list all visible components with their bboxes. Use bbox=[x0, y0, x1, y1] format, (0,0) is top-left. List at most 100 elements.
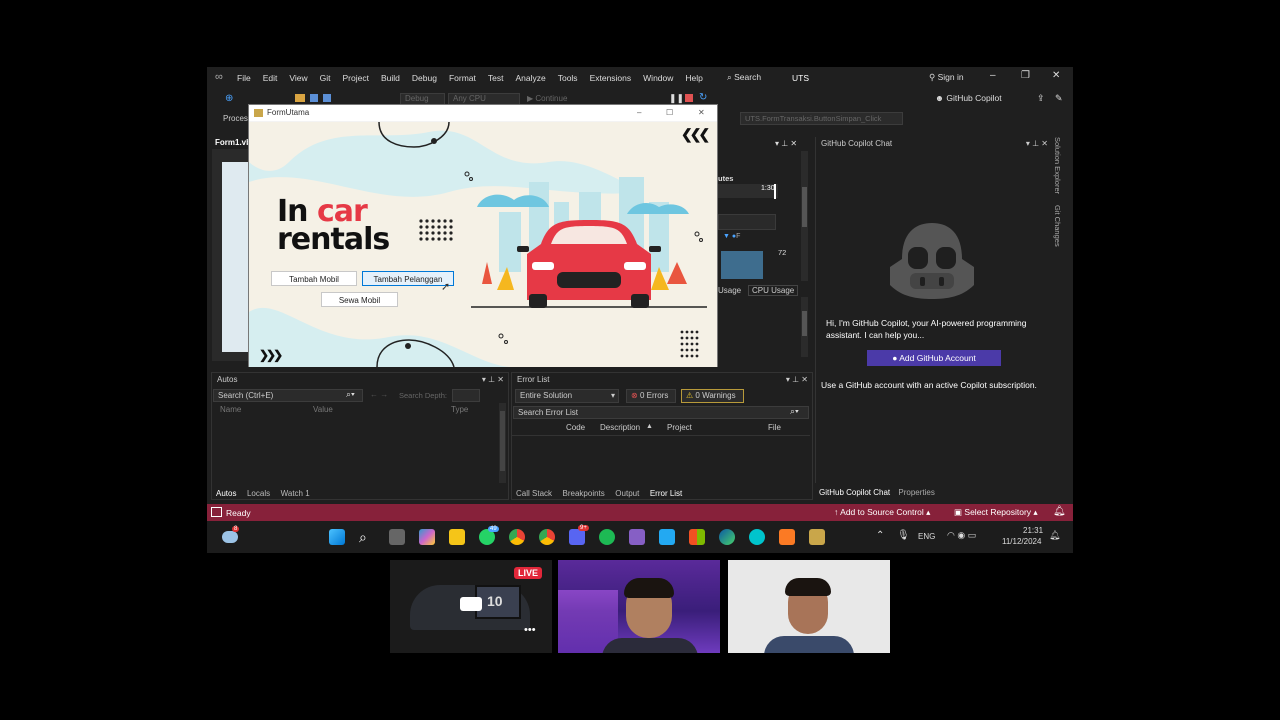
chrome-profile-icon[interactable] bbox=[539, 529, 555, 545]
autos-search-input[interactable]: Search (Ctrl+E) bbox=[213, 389, 363, 402]
chrome-icon[interactable] bbox=[509, 529, 525, 545]
error-panel-controls-icon[interactable]: ▾ ⊥ ✕ bbox=[786, 373, 808, 387]
edge-icon[interactable] bbox=[719, 529, 735, 545]
document-tab-form1[interactable]: Form1.vb bbox=[207, 138, 251, 147]
minimize-icon[interactable]: – bbox=[990, 70, 996, 81]
add-github-account-button[interactable]: ● Add GitHub Account bbox=[867, 350, 1001, 366]
network-icon[interactable]: ◠ ◉ ▭ bbox=[947, 530, 976, 541]
tab-breakpoints[interactable]: Breakpoints bbox=[563, 489, 605, 498]
continue-button[interactable]: ▶ Continue bbox=[527, 94, 567, 103]
menu-extensions[interactable]: Extensions bbox=[584, 73, 638, 83]
error-scope-dropdown[interactable]: Entire Solution ▾ bbox=[515, 389, 619, 403]
menu-file[interactable]: File bbox=[231, 73, 257, 83]
canva-icon[interactable] bbox=[749, 529, 765, 545]
column-value[interactable]: Value bbox=[313, 405, 333, 414]
column-description[interactable]: Description bbox=[600, 423, 640, 432]
menu-git[interactable]: Git bbox=[314, 73, 337, 83]
autos-scrollbar[interactable] bbox=[499, 403, 506, 483]
copilot-taskbar-icon[interactable] bbox=[419, 529, 435, 545]
copilot-button[interactable]: ☻ GitHub Copilot bbox=[935, 93, 1002, 103]
pause-icon[interactable]: ❚❚ bbox=[669, 93, 684, 104]
tab-call-stack[interactable]: Call Stack bbox=[516, 489, 552, 498]
side-tab-git-changes[interactable]: Git Changes bbox=[1053, 205, 1062, 247]
side-tab-solution-explorer[interactable]: Solution Explorer bbox=[1053, 137, 1062, 194]
panel-controls-icon[interactable]: ▾ ⊥ ✕ bbox=[1026, 137, 1048, 151]
discord-icon[interactable] bbox=[569, 529, 585, 545]
notification-center-icon[interactable]: 🔔︎ bbox=[1049, 530, 1060, 541]
save-icon[interactable] bbox=[310, 94, 318, 102]
more-options-icon[interactable]: ••• bbox=[524, 624, 536, 636]
microphone-icon[interactable]: 🎙︎ bbox=[897, 530, 910, 541]
menu-build[interactable]: Build bbox=[375, 73, 406, 83]
menu-edit[interactable]: Edit bbox=[257, 73, 284, 83]
new-item-icon[interactable]: ⊕ bbox=[225, 93, 233, 104]
menu-format[interactable]: Format bbox=[443, 73, 482, 83]
diag-scrollbar[interactable] bbox=[801, 151, 808, 281]
warnings-filter-button[interactable]: ⚠ 0 Warnings bbox=[681, 389, 744, 403]
errors-filter-button[interactable]: ⊗ 0 Errors bbox=[626, 389, 676, 403]
autos-search-icon[interactable]: ⌕▾ bbox=[346, 389, 355, 400]
winforms-app-icon[interactable] bbox=[809, 529, 825, 545]
start-icon[interactable] bbox=[329, 529, 345, 545]
column-name[interactable]: Name bbox=[220, 405, 241, 414]
menu-debug[interactable]: Debug bbox=[406, 73, 443, 83]
tab-locals[interactable]: Locals bbox=[247, 489, 270, 498]
diag-scrollbar-lower[interactable] bbox=[801, 297, 808, 357]
file-explorer-icon[interactable] bbox=[449, 529, 465, 545]
error-search-icon[interactable]: ⌕▾ bbox=[790, 406, 799, 417]
open-folder-icon[interactable] bbox=[295, 94, 305, 102]
tray-overflow-icon[interactable]: ⌃ bbox=[876, 530, 884, 541]
tab-cpu-usage[interactable]: CPU Usage bbox=[748, 285, 799, 296]
tab-memory-usage[interactable]: Usage bbox=[718, 286, 741, 295]
visual-studio-icon[interactable] bbox=[629, 529, 645, 545]
stack-frame-dropdown[interactable]: UTS.FormTransaksi.ButtonSimpan_Click bbox=[740, 112, 903, 125]
close-icon[interactable]: ✕ bbox=[1052, 70, 1060, 81]
sign-in-button[interactable]: ⚲ Sign in bbox=[929, 72, 964, 83]
menu-help[interactable]: Help bbox=[679, 73, 708, 83]
tab-properties[interactable]: Properties bbox=[898, 488, 934, 497]
save-all-icon[interactable] bbox=[323, 94, 331, 102]
sewa-mobil-button[interactable]: Sewa Mobil bbox=[321, 292, 398, 307]
tambah-mobil-button[interactable]: Tambah Mobil bbox=[271, 271, 357, 286]
menu-test[interactable]: Test bbox=[482, 73, 510, 83]
panel-menu-icon[interactable]: ▾ ⊥ ✕ bbox=[775, 139, 797, 148]
maximize-icon[interactable]: ❐ bbox=[1021, 70, 1030, 81]
tab-watch1[interactable]: Watch 1 bbox=[281, 489, 310, 498]
search-box[interactable]: ⌕ Search bbox=[727, 72, 761, 83]
column-type[interactable]: Type bbox=[451, 405, 468, 414]
task-view-icon[interactable] bbox=[389, 529, 405, 545]
column-code[interactable]: Code bbox=[566, 423, 585, 432]
tab-output[interactable]: Output bbox=[615, 489, 639, 498]
search-depth-dropdown[interactable] bbox=[452, 389, 480, 402]
select-repository-button[interactable]: ▣ Select Repository ▴ bbox=[954, 507, 1038, 518]
search-taskbar-icon[interactable]: ⌕ bbox=[359, 529, 375, 545]
stop-icon[interactable] bbox=[685, 94, 693, 102]
weather-icon[interactable] bbox=[222, 531, 238, 543]
menu-project[interactable]: Project bbox=[337, 73, 375, 83]
clock-time[interactable]: 21:31 bbox=[1023, 526, 1043, 535]
clock-date[interactable]: 11/12/2024 bbox=[1002, 537, 1041, 546]
form-close-icon[interactable]: ✕ bbox=[698, 105, 705, 121]
language-indicator[interactable]: ENG bbox=[918, 532, 935, 541]
xampp-icon[interactable] bbox=[779, 529, 795, 545]
form-maximize-icon[interactable]: ☐ bbox=[666, 105, 673, 121]
share-icon[interactable]: ⇪ bbox=[1037, 93, 1045, 104]
restart-icon[interactable]: ↻ bbox=[699, 92, 707, 103]
menu-window[interactable]: Window bbox=[637, 73, 679, 83]
column-project[interactable]: Project bbox=[667, 423, 692, 432]
tab-error-list[interactable]: Error List bbox=[650, 489, 682, 498]
menu-view[interactable]: View bbox=[283, 73, 313, 83]
spotify-icon[interactable] bbox=[599, 529, 615, 545]
feedback-icon[interactable]: ✎ bbox=[1055, 93, 1063, 104]
autos-panel-controls-icon[interactable]: ▾ ⊥ ✕ bbox=[482, 373, 504, 387]
column-file[interactable]: File bbox=[768, 423, 781, 432]
tab-copilot-chat[interactable]: GitHub Copilot Chat bbox=[819, 488, 890, 497]
tab-autos[interactable]: Autos bbox=[216, 489, 236, 498]
add-to-source-control-button[interactable]: ↑ Add to Source Control ▴ bbox=[834, 507, 930, 518]
menu-analyze[interactable]: Analyze bbox=[509, 73, 551, 83]
store-icon[interactable] bbox=[689, 529, 705, 545]
vscode-icon[interactable] bbox=[659, 529, 675, 545]
notifications-icon[interactable]: 🔔︎ bbox=[1053, 506, 1066, 517]
menu-tools[interactable]: Tools bbox=[552, 73, 584, 83]
error-search-input[interactable]: Search Error List bbox=[513, 406, 809, 419]
